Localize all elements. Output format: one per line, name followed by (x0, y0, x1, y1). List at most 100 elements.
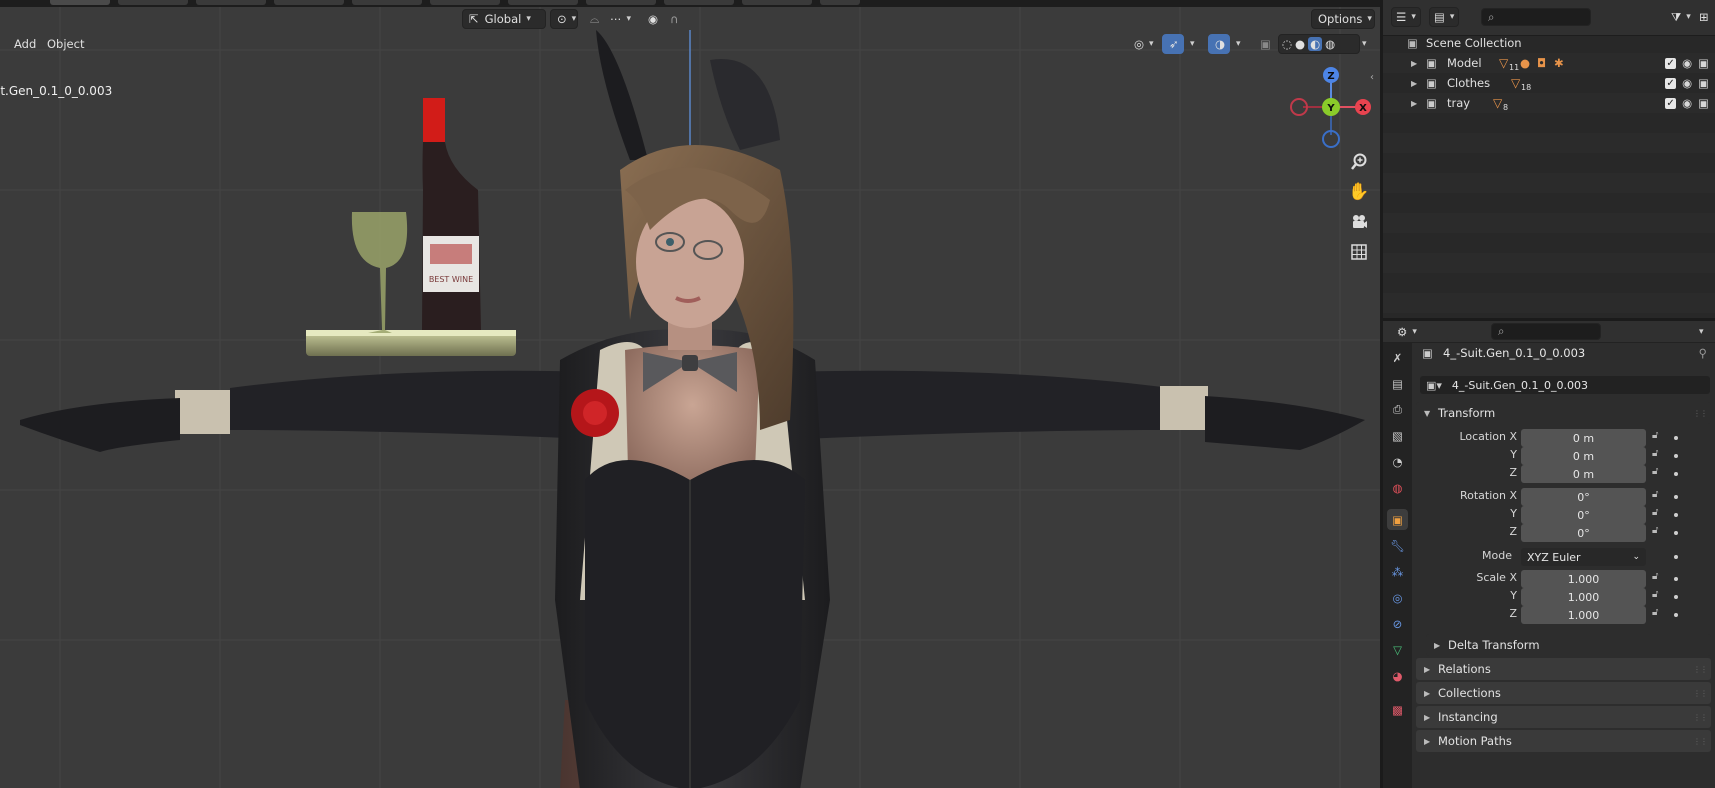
lock-icon[interactable]: 🔓︎ (1652, 489, 1658, 500)
pin-icon[interactable]: ⚲ (1699, 346, 1707, 360)
editor-type-dropdown[interactable]: ⚙ ▾ (1391, 322, 1421, 342)
transform-orientation-dropdown[interactable]: ⇱ Global ▾ (462, 9, 546, 29)
expand-triangle-icon[interactable]: ▶ (1411, 79, 1417, 88)
render-tab[interactable]: ▤ (1387, 373, 1408, 394)
relations-panel-header[interactable]: ▶ Relations ⋮⋮ (1416, 658, 1711, 680)
pivot-point-dropdown[interactable]: ⊙ ▾ (550, 9, 578, 29)
location-z-input[interactable]: 0 m (1521, 465, 1646, 483)
rotation-x-input[interactable]: 0° (1521, 488, 1646, 506)
outliner-row-scene-collection[interactable]: ▣ Scene Collection (1383, 33, 1715, 53)
eye-icon[interactable]: ◉ (1682, 56, 1692, 70)
delta-transform-subpanel[interactable]: ▶ Delta Transform (1426, 634, 1711, 656)
object-datablock-field[interactable]: ▣▾ 4_-Suit.Gen_0.1_0_0.003 (1420, 376, 1710, 394)
constraints-tab[interactable]: ⊘ (1387, 613, 1408, 634)
hand-pan-icon[interactable]: ✋ (1345, 178, 1373, 206)
exclude-checkbox[interactable]: ✓ (1665, 97, 1677, 109)
outliner-row-collection[interactable]: ▶ ▣ Model ▽ 11 ● ◘ ✱ ✓ ◉ ▣ (1383, 53, 1715, 73)
lock-icon[interactable]: 🔓︎ (1652, 466, 1658, 477)
particles-tab[interactable]: ⁂ (1387, 561, 1408, 582)
render-camera-icon[interactable]: ▣ (1698, 96, 1709, 110)
scale-x-input[interactable]: 1.000 (1521, 570, 1646, 588)
orthographic-grid-icon[interactable] (1345, 238, 1373, 266)
view-layer-tab[interactable]: ▧ (1387, 425, 1408, 446)
add-menu[interactable]: Add (8, 34, 42, 54)
material-tab[interactable]: ◕ (1387, 665, 1408, 686)
rotation-z-input[interactable]: 0° (1521, 524, 1646, 542)
material-preview-icon[interactable]: ◐ (1308, 37, 1323, 51)
exclude-checkbox[interactable]: ✓ (1665, 57, 1677, 69)
lock-icon[interactable]: 🔓︎ (1652, 448, 1658, 459)
keyframe-dot[interactable] (1674, 555, 1678, 559)
drag-grip-icon[interactable]: ⋮⋮ (1693, 713, 1708, 722)
snap-target-dropdown[interactable]: ⋯ ▾ (604, 9, 636, 29)
lock-icon[interactable]: 🔓︎ (1652, 589, 1658, 600)
gizmo-dropdown[interactable]: ▾ (1184, 34, 1200, 54)
camera-view-icon[interactable] (1345, 208, 1373, 236)
world-tab[interactable]: ◍ (1387, 477, 1408, 498)
editor-type-dropdown[interactable]: ☰ ▾ (1391, 7, 1421, 27)
outliner-search-input[interactable]: ⌕ (1481, 8, 1591, 26)
keyframe-dot[interactable] (1674, 495, 1678, 499)
keyframe-dot[interactable] (1674, 577, 1678, 581)
keyframe-dot[interactable] (1674, 613, 1678, 617)
new-collection-button[interactable]: ⊞ (1693, 7, 1713, 27)
data-tab[interactable]: ▽ (1387, 639, 1408, 660)
modifier-tab[interactable]: 🔧︎ (1387, 535, 1408, 556)
navigation-gizmo[interactable]: Z Y X (1290, 67, 1371, 148)
transform-panel-header[interactable]: ▼ Transform ⋮⋮ (1416, 402, 1711, 424)
drag-grip-icon[interactable]: ⋮⋮ (1693, 689, 1708, 698)
object-menu[interactable]: Object (41, 34, 90, 54)
display-mode-dropdown[interactable]: ▤ ▾ (1429, 7, 1459, 27)
keyframe-dot[interactable] (1674, 454, 1678, 458)
motion-paths-panel-header[interactable]: ▶ Motion Paths ⋮⋮ (1416, 730, 1711, 752)
instancing-panel-header[interactable]: ▶ Instancing ⋮⋮ (1416, 706, 1711, 728)
zoom-icon[interactable] (1345, 148, 1373, 176)
rotation-mode-dropdown[interactable]: XYZ Euler ⌄ (1521, 548, 1646, 566)
lock-icon[interactable]: 🔓︎ (1652, 571, 1658, 582)
lock-icon[interactable]: 🔓︎ (1652, 507, 1658, 518)
properties-search-input[interactable]: ⌕ (1491, 323, 1601, 340)
tool-tab[interactable]: ✗ (1387, 347, 1408, 368)
keyframe-dot[interactable] (1674, 531, 1678, 535)
keyframe-dot[interactable] (1674, 436, 1678, 440)
options-dropdown[interactable]: Options ▾ (1311, 9, 1375, 29)
drag-grip-icon[interactable]: ⋮⋮ (1693, 409, 1708, 418)
object-tab[interactable]: ▣ (1387, 509, 1408, 530)
outliner-row-collection[interactable]: ▶ ▣ Clothes ▽ 18 ✓ ◉ ▣ (1383, 73, 1715, 93)
visibility-dropdown[interactable]: ◎ ▾ (1128, 34, 1160, 54)
physics-tab[interactable]: ◎ (1387, 587, 1408, 608)
drag-grip-icon[interactable]: ⋮⋮ (1693, 665, 1708, 674)
xray-toggle[interactable]: ▣ (1254, 34, 1274, 54)
drag-grip-icon[interactable]: ⋮⋮ (1693, 737, 1708, 746)
location-x-input[interactable]: 0 m (1521, 429, 1646, 447)
render-camera-icon[interactable]: ▣ (1698, 76, 1709, 90)
shading-mode-group[interactable]: ◌ ● ◐ ◍ (1278, 34, 1360, 54)
solid-shading-icon[interactable]: ● (1295, 37, 1305, 51)
keyframe-dot[interactable] (1674, 595, 1678, 599)
eye-icon[interactable]: ◉ (1682, 76, 1692, 90)
sidebar-toggle-icon[interactable]: ‹ (1370, 72, 1374, 83)
3d-viewport[interactable]: BEST WINE Z Y X Add Object ⇱ Global ▾ ⊙ … (0, 0, 1380, 788)
collections-panel-header[interactable]: ▶ Collections ⋮⋮ (1416, 682, 1711, 704)
overlays-dropdown[interactable]: ▾ (1230, 34, 1246, 54)
rotation-y-input[interactable]: 0° (1521, 506, 1646, 524)
keyframe-dot[interactable] (1674, 472, 1678, 476)
overlays-toggle[interactable]: ◑ (1208, 34, 1230, 54)
texture-tab[interactable]: ▩ (1387, 699, 1408, 720)
scale-y-input[interactable]: 1.000 (1521, 588, 1646, 606)
scale-z-input[interactable]: 1.000 (1521, 606, 1646, 624)
proportional-edit-toggle[interactable]: ◉ (642, 9, 662, 29)
rendered-shading-icon[interactable]: ◍ (1325, 37, 1335, 51)
gizmo-toggle[interactable]: ➶ (1162, 34, 1184, 54)
expand-triangle-icon[interactable]: ▶ (1411, 99, 1417, 108)
options-chevron[interactable]: ▾ (1693, 322, 1713, 342)
lock-icon[interactable]: 🔓︎ (1652, 525, 1658, 536)
output-tab[interactable]: ⎙ (1387, 399, 1408, 420)
lock-icon[interactable]: 🔓︎ (1652, 607, 1658, 618)
object-browse-icon[interactable]: ▣▾ (1426, 379, 1442, 392)
keyframe-dot[interactable] (1674, 513, 1678, 517)
lock-icon[interactable]: 🔓︎ (1652, 430, 1658, 441)
render-camera-icon[interactable]: ▣ (1698, 56, 1709, 70)
location-y-input[interactable]: 0 m (1521, 447, 1646, 465)
eye-icon[interactable]: ◉ (1682, 96, 1692, 110)
